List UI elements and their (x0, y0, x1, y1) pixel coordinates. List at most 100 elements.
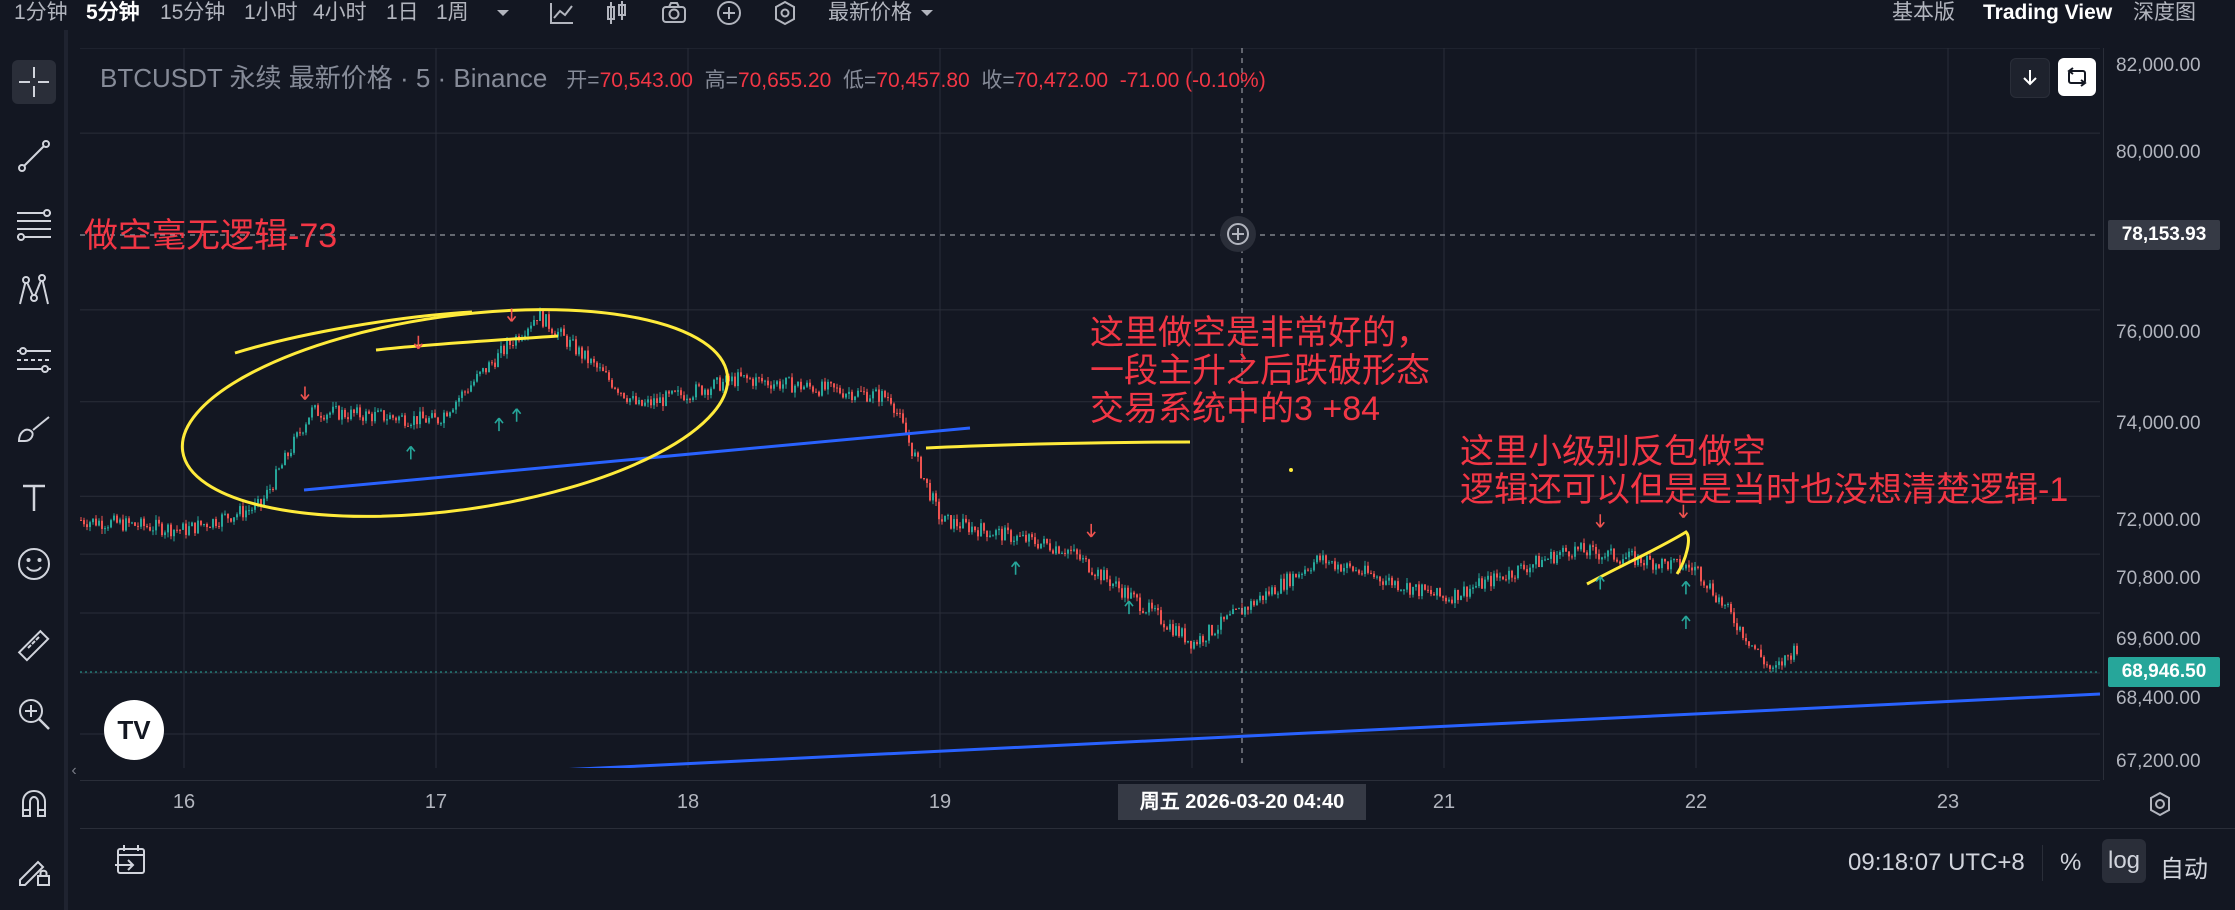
highlight-stroke-mid (375, 334, 559, 352)
candle-body (1610, 548, 1612, 551)
ruler-icon[interactable] (12, 624, 56, 668)
scroll-to-latest-button[interactable] (2010, 58, 2050, 98)
candle-body (884, 391, 886, 398)
candle-body (629, 398, 631, 403)
candle-body (1271, 587, 1273, 595)
interval-5m[interactable]: 5分钟 (86, 0, 140, 26)
close-label: 收= (981, 69, 1015, 92)
add-icon[interactable] (716, 0, 742, 26)
change-value: -71.00 (-0.10%) (1119, 69, 1266, 92)
interval-15m[interactable]: 15分钟 (160, 0, 225, 26)
tradingview-logo[interactable]: TV (104, 700, 164, 760)
interval-1m[interactable]: 1分钟 (14, 0, 68, 26)
annotation-good-short[interactable]: 这里做空是非常好的， 一段主升之后跌破形态 交易系统中的3 +84 (1090, 314, 1430, 428)
magnet-icon[interactable] (12, 782, 56, 826)
candle-body (1712, 583, 1714, 596)
depth-chart-tab[interactable]: 深度图 (2133, 0, 2196, 26)
candle-body (1016, 535, 1018, 541)
zoom-in-icon[interactable] (12, 692, 56, 736)
buy-signal-arrow (494, 417, 504, 432)
candle-body (1268, 591, 1270, 595)
candle-body (1337, 564, 1339, 570)
candle-body (1187, 640, 1189, 643)
candle-body (440, 423, 442, 425)
chevron-down-icon[interactable] (494, 4, 512, 30)
candle-body (1142, 611, 1144, 613)
text-icon[interactable] (12, 476, 56, 520)
candle-body (389, 415, 391, 420)
candle-body (566, 335, 568, 347)
add-alert-icon[interactable] (1220, 216, 1256, 252)
candle-body (455, 401, 457, 410)
forecast-icon[interactable] (12, 338, 56, 382)
candle-body (371, 413, 373, 422)
reset-chart-button[interactable] (2058, 58, 2096, 96)
candle-body (575, 339, 577, 355)
candle-body (974, 526, 976, 531)
candle-body (1718, 597, 1720, 603)
candle-body (665, 391, 667, 406)
candle-body (572, 339, 574, 341)
settings-icon[interactable] (772, 0, 798, 26)
annotation-short-no-logic[interactable]: 做空毫无逻辑-73 (84, 217, 337, 255)
candle-body (1682, 568, 1684, 570)
candle-body (1742, 626, 1744, 638)
trendline-icon[interactable] (12, 134, 56, 178)
annotation-small-level-short[interactable]: 这里小级别反包做空 逻辑还可以但是是当时也没想清楚逻辑-1 (1460, 433, 2100, 509)
interval-1w[interactable]: 1周 (436, 0, 469, 26)
candle-body (851, 391, 853, 401)
candle-body (704, 389, 706, 395)
candle-body (659, 397, 661, 403)
candle-body (95, 518, 97, 526)
brush-icon[interactable] (12, 408, 56, 452)
candle-body (929, 482, 931, 501)
candle-body (635, 396, 637, 405)
fib-icon[interactable] (12, 202, 56, 246)
lock-drawing-icon[interactable] (12, 848, 56, 892)
pattern-icon[interactable] (12, 270, 56, 314)
interval-1d[interactable]: 1日 (386, 0, 419, 26)
price-axis[interactable]: 82,000.00 80,000.00 76,000.00 74,000.00 … (2103, 48, 2235, 780)
open-value: 70,543.00 (599, 69, 693, 92)
candle-body (308, 417, 310, 425)
crosshair-icon[interactable] (12, 60, 56, 104)
camera-icon[interactable] (660, 0, 688, 26)
candle-body (869, 398, 871, 402)
date-range-icon[interactable] (114, 843, 150, 882)
emoji-icon[interactable] (12, 542, 56, 586)
candle-body (1499, 576, 1501, 578)
candle-body (827, 381, 829, 390)
candle-body (122, 519, 124, 531)
candle-body (200, 520, 202, 525)
candle-body (1520, 564, 1522, 566)
candle-body (1685, 564, 1687, 569)
candle-body (1541, 559, 1543, 568)
axis-settings-icon[interactable] (2146, 790, 2174, 823)
basic-view-tab[interactable]: 基本版 (1892, 0, 1955, 26)
candle-body (941, 519, 943, 522)
symbol-title[interactable]: BTCUSDT 永续 最新价格 · 5 · Binance (100, 63, 547, 93)
candle-body (1658, 564, 1660, 569)
time-axis[interactable]: 16 17 18 19 21 22 23 (80, 780, 2100, 828)
percent-toggle[interactable]: % (2060, 849, 2081, 877)
candle-body (707, 389, 709, 395)
interval-4h[interactable]: 4小时 (313, 0, 367, 26)
indicators-icon[interactable] (548, 0, 576, 26)
candle-body (1400, 589, 1402, 591)
chevron-down-icon[interactable] (918, 4, 936, 30)
candle-body (464, 391, 466, 393)
tradingview-tab[interactable]: Trading View (1983, 0, 2112, 26)
candle-body (1481, 578, 1483, 589)
drawing-toolbar (0, 30, 68, 910)
candle-body (932, 493, 934, 501)
price-type-select[interactable]: 最新价格 (828, 0, 912, 26)
interval-1h[interactable]: 1小时 (244, 0, 298, 26)
low-value: 70,457.80 (876, 69, 970, 92)
clock-timezone[interactable]: 09:18:07 UTC+8 (1848, 849, 2025, 877)
candle-body (1352, 566, 1354, 571)
buy-signal-arrow (406, 445, 416, 460)
log-toggle[interactable]: log (2102, 839, 2147, 883)
auto-scale-toggle[interactable]: 自动 (2160, 849, 2208, 884)
candle-type-icon[interactable] (604, 0, 630, 26)
collapse-toolbar-button[interactable]: ‹ (68, 756, 80, 786)
